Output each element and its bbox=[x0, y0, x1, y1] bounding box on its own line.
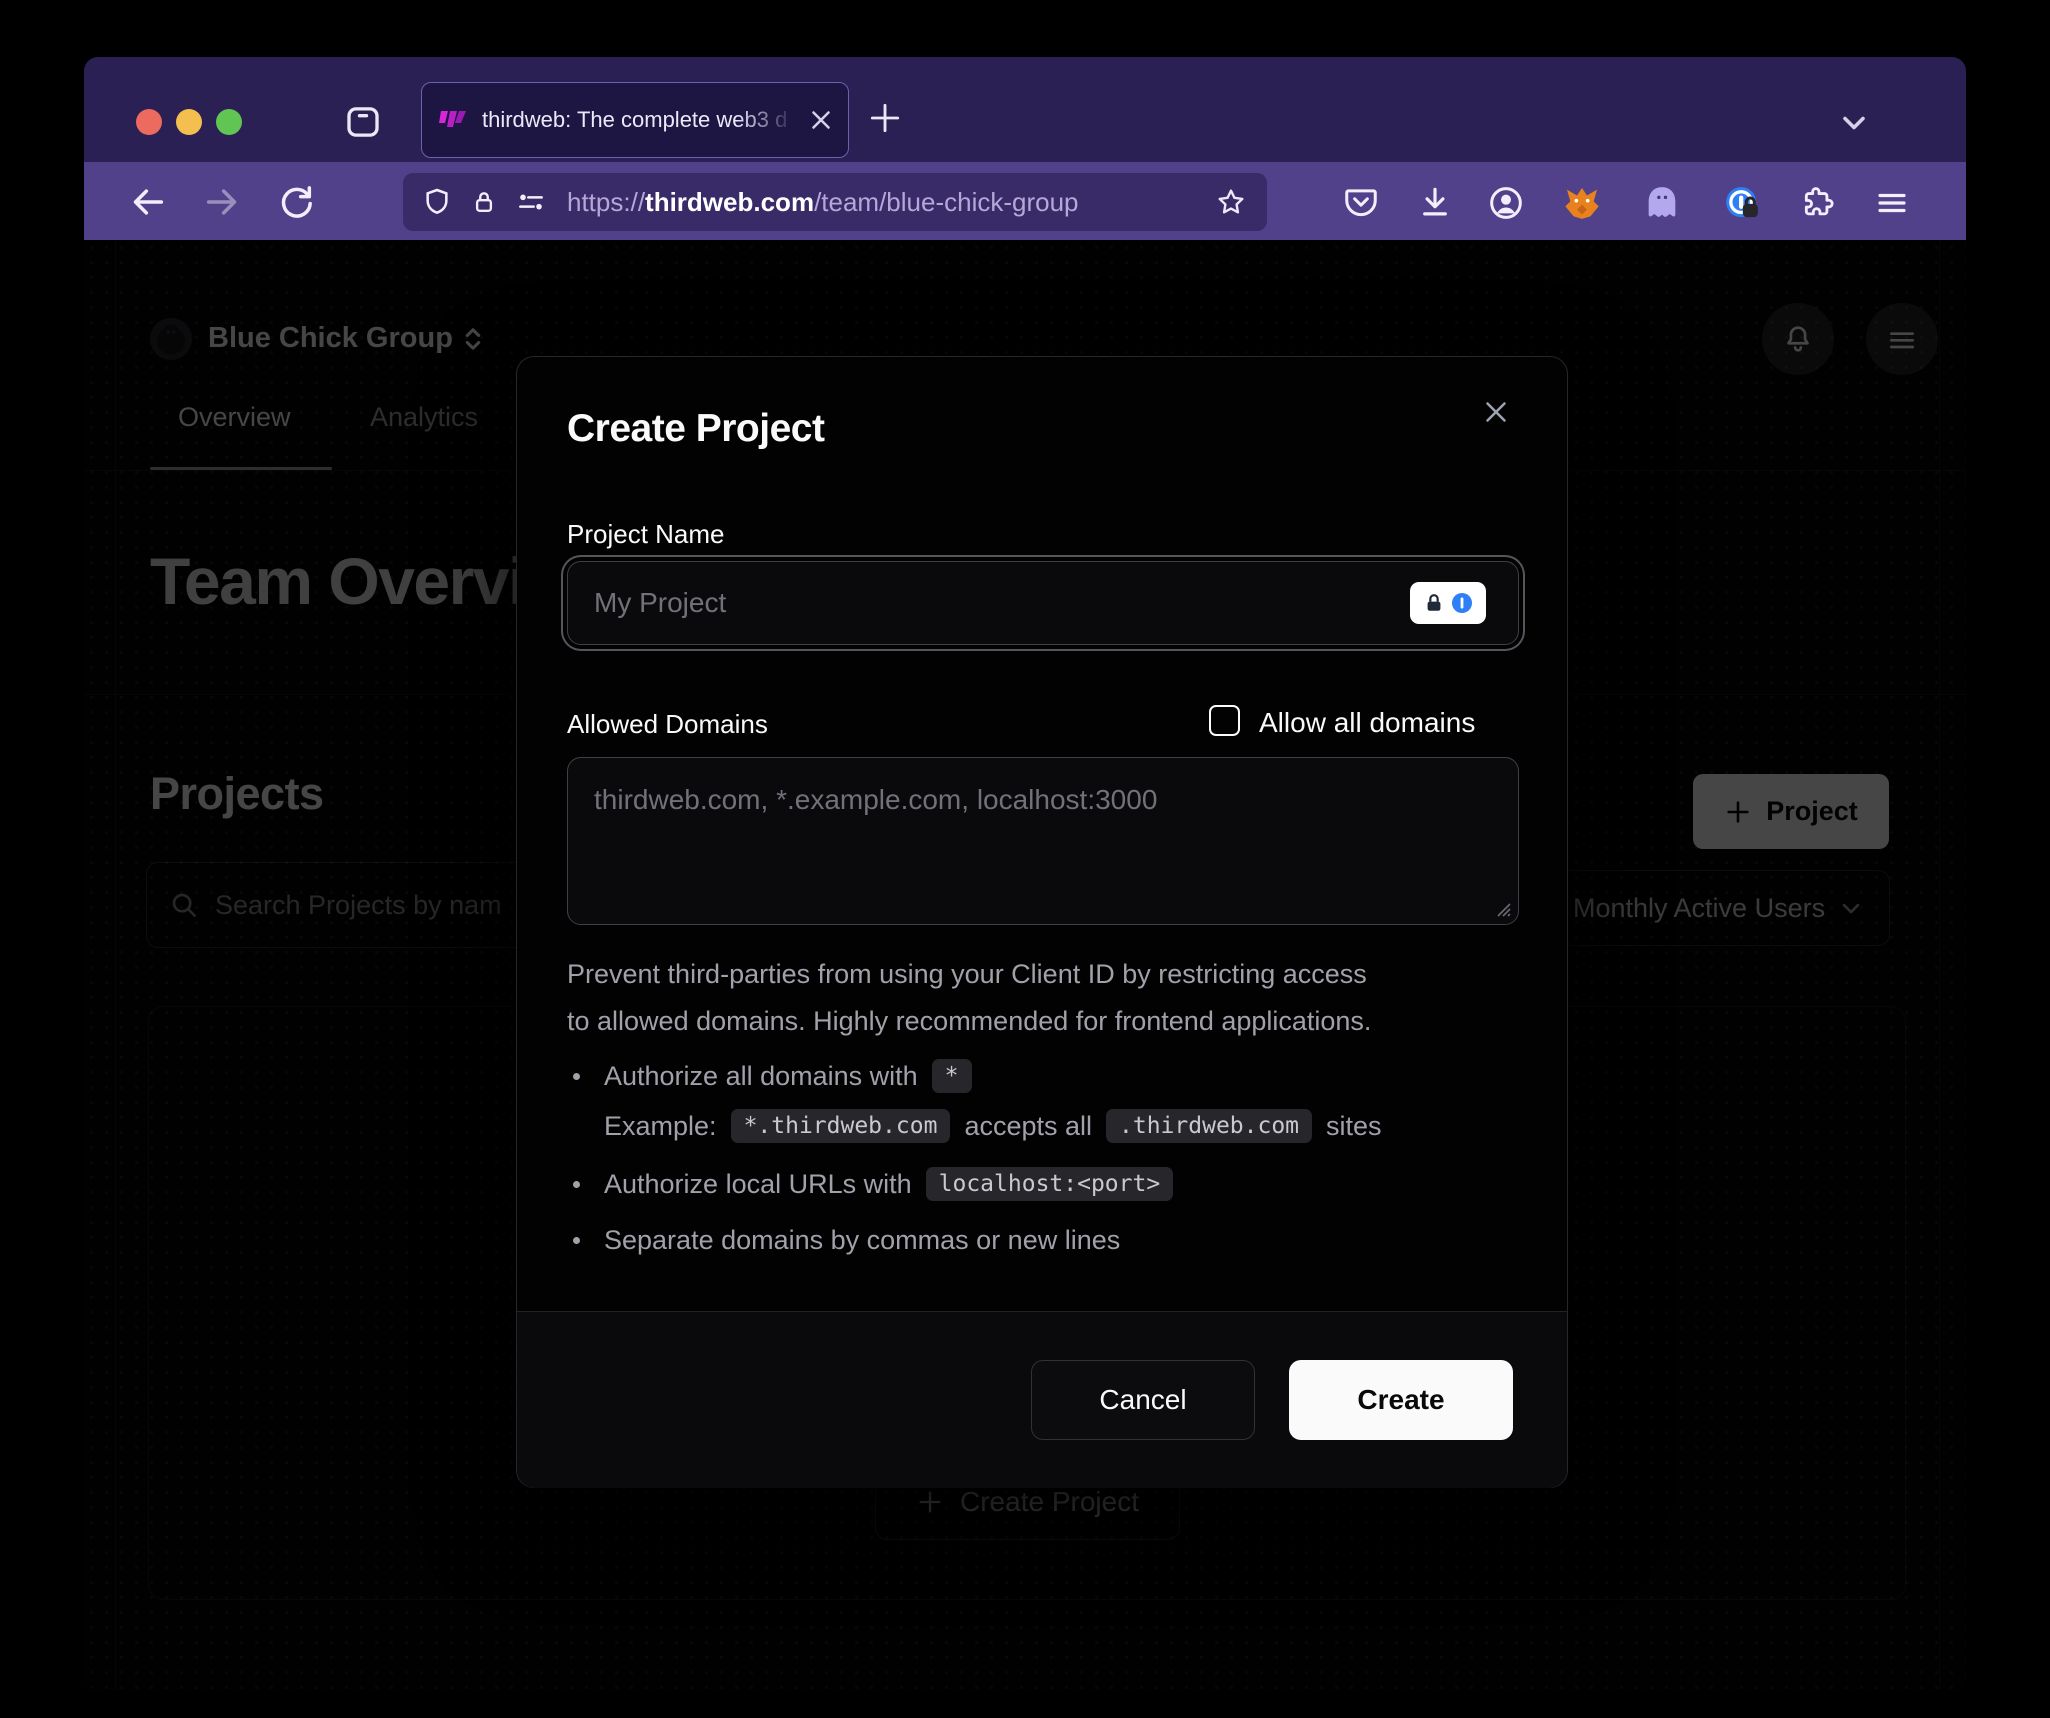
bullet-local-urls: Authorize local URLs with localhost:<por… bbox=[573, 1167, 1173, 1201]
bullet-dot bbox=[573, 1237, 580, 1244]
bullet-separate-domains: Separate domains by commas or new lines bbox=[573, 1225, 1120, 1256]
url-scheme: https:// bbox=[567, 187, 645, 218]
project-name-label: Project Name bbox=[567, 519, 725, 550]
browser-navbar: https://thirdweb.com/team/blue-chick-gro… bbox=[84, 162, 1966, 240]
allow-all-domains-checkbox[interactable] bbox=[1209, 705, 1240, 736]
forward-icon[interactable] bbox=[202, 182, 242, 222]
phantom-extension-icon[interactable] bbox=[1642, 183, 1682, 223]
firefox-view-icon[interactable] bbox=[342, 101, 384, 143]
reload-icon[interactable] bbox=[276, 182, 316, 222]
thirdweb-favicon-icon bbox=[438, 108, 468, 132]
code-wildcard-domain: *.thirdweb.com bbox=[731, 1109, 951, 1143]
screen: thirdweb: The complete web3 d bbox=[0, 0, 2050, 1718]
onepassword-autofill-icon[interactable] bbox=[1410, 582, 1486, 624]
create-project-modal: Create Project Project Name Allowed Doma… bbox=[516, 356, 1568, 1488]
connection-lock-icon[interactable] bbox=[469, 187, 499, 217]
minimize-window-button[interactable] bbox=[176, 109, 202, 135]
pocket-icon[interactable] bbox=[1342, 183, 1380, 221]
url-bar[interactable]: https://thirdweb.com/team/blue-chick-gro… bbox=[403, 173, 1267, 231]
code-localhost: localhost:<port> bbox=[926, 1167, 1174, 1201]
tab-close-icon[interactable] bbox=[806, 105, 836, 135]
project-name-field bbox=[567, 561, 1519, 645]
close-window-button[interactable] bbox=[136, 109, 162, 135]
url-domain: thirdweb.com bbox=[645, 187, 814, 218]
allowed-domains-label: Allowed Domains bbox=[567, 709, 768, 740]
bullet-text: Example: bbox=[604, 1111, 717, 1142]
allowed-domains-field bbox=[567, 757, 1519, 925]
bullet-authorize-all: Authorize all domains with * bbox=[573, 1059, 972, 1093]
create-button[interactable]: Create bbox=[1289, 1360, 1513, 1440]
bullet-text: Separate domains by commas or new lines bbox=[604, 1225, 1120, 1256]
extensions-puzzle-icon[interactable] bbox=[1800, 183, 1838, 221]
code-asterisk: * bbox=[932, 1059, 972, 1093]
bullet-text: accepts all bbox=[964, 1111, 1092, 1142]
onepassword-extension-icon[interactable] bbox=[1722, 183, 1762, 223]
project-name-input[interactable] bbox=[568, 562, 1518, 644]
restrict-help-text: Prevent third-parties from using your Cl… bbox=[567, 951, 1371, 1045]
account-icon[interactable] bbox=[1486, 183, 1526, 223]
allow-all-domains-label[interactable]: Allow all domains bbox=[1259, 707, 1475, 739]
bullet-text: Authorize local URLs with bbox=[604, 1169, 912, 1200]
bullet-dot bbox=[573, 1073, 580, 1080]
resize-handle-icon[interactable] bbox=[1492, 898, 1512, 918]
bookmark-star-icon[interactable] bbox=[1215, 186, 1247, 218]
tracking-shield-icon[interactable] bbox=[421, 186, 453, 218]
tab-title-fade bbox=[736, 83, 796, 157]
cancel-button[interactable]: Cancel bbox=[1031, 1360, 1255, 1440]
bullet-text: sites bbox=[1326, 1111, 1382, 1142]
modal-close-icon[interactable] bbox=[1479, 395, 1513, 429]
modal-footer: Cancel Create bbox=[517, 1312, 1567, 1488]
back-icon[interactable] bbox=[128, 182, 168, 222]
browser-tab[interactable]: thirdweb: The complete web3 d bbox=[421, 82, 849, 158]
bullet-text: Authorize all domains with bbox=[604, 1061, 918, 1092]
allowed-domains-textarea[interactable] bbox=[568, 758, 1518, 924]
permissions-icon[interactable] bbox=[515, 186, 547, 218]
help-line-1: Prevent third-parties from using your Cl… bbox=[567, 951, 1371, 998]
bullet-dot bbox=[573, 1181, 580, 1188]
url-path: /team/blue-chick-group bbox=[814, 187, 1078, 218]
new-tab-icon[interactable] bbox=[866, 99, 904, 137]
bullet-example: Example: *.thirdweb.com accepts all .thi… bbox=[604, 1109, 1382, 1143]
maximize-window-button[interactable] bbox=[216, 109, 242, 135]
downloads-icon[interactable] bbox=[1416, 183, 1454, 221]
list-tabs-chevron-icon[interactable] bbox=[1836, 105, 1872, 141]
modal-title: Create Project bbox=[567, 407, 824, 451]
browser-titlebar: thirdweb: The complete web3 d bbox=[84, 57, 1966, 162]
menu-hamburger-icon[interactable] bbox=[1874, 185, 1910, 221]
code-domain: .thirdweb.com bbox=[1106, 1109, 1312, 1143]
help-line-2: to allowed domains. Highly recommended f… bbox=[567, 998, 1371, 1045]
metamask-extension-icon[interactable] bbox=[1562, 183, 1602, 223]
